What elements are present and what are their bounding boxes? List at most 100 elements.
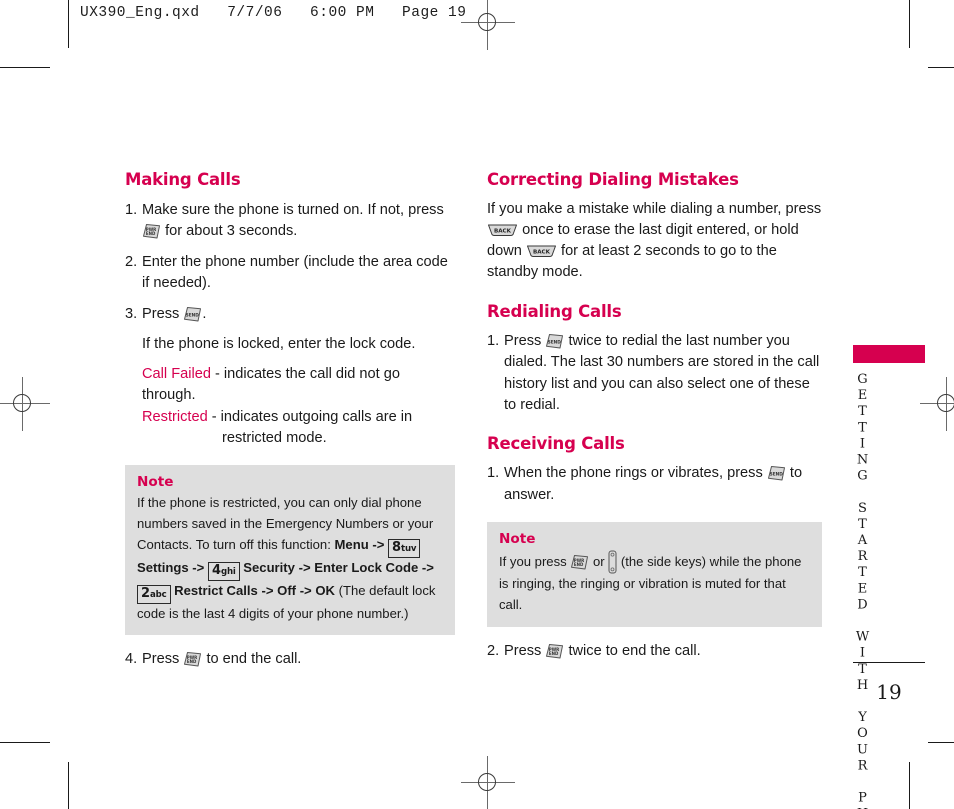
note-arrow-3: -> [298, 559, 311, 575]
step-number: 3. [125, 305, 138, 322]
list-item-step-1: 1. Make sure the phone is turned on. If … [125, 200, 455, 243]
step-text: When the phone rings or vibrates, press [504, 465, 763, 482]
crop-mark-top-left-horizontal [0, 67, 50, 68]
heading-correcting-dialing-mistakes: Correcting Dialing Mistakes [487, 170, 739, 189]
crop-mark-bottom-right-vertical [909, 762, 910, 809]
key-digit: 8 [391, 539, 402, 555]
note-off-label: Off [277, 582, 297, 598]
step-number: 2. [125, 253, 138, 270]
step-text-continued: . [202, 305, 207, 322]
svg-text:SEND: SEND [769, 472, 783, 478]
note-arrow-1: -> [372, 536, 385, 552]
step-text-continued: twice to end the call. [568, 642, 701, 659]
note-box-side-keys: Note If you press PWR END or (the side k… [487, 522, 822, 627]
svg-text:END: END [574, 562, 584, 567]
note-box-restricted: Note If the phone is restricted, you can… [125, 465, 455, 636]
svg-text:END: END [549, 651, 559, 656]
list-item-redial: 1. Press SEND twice to redial the last n… [487, 331, 822, 417]
step-text-continued: for about 3 seconds. [165, 223, 298, 240]
note-arrow-6: -> [299, 582, 312, 598]
keypad-key-2-icon: 2abc [137, 584, 171, 604]
note-arrow-5: -> [261, 582, 274, 598]
note-arrow-4: -> [421, 559, 434, 575]
step-number: 1. [487, 465, 500, 482]
step-text: Make sure the phone is turned on. If not… [142, 202, 444, 218]
crop-mark-bottom-left-vertical [68, 762, 69, 809]
crop-mark-bottom-left-horizontal [0, 742, 50, 743]
step-text: Press [142, 651, 180, 668]
status-call-failed-label: Call Failed [142, 365, 211, 382]
printer-slug: UX390_Eng.qxd 7/7/06 6:00 PM Page 19 [80, 5, 467, 21]
key-letters: abc [150, 589, 167, 600]
crop-mark-top-right-vertical [909, 0, 910, 48]
registration-mark-left [0, 377, 50, 431]
list-item-end-call: 2. Press PWR END twice to end the call. [487, 641, 822, 662]
document-page: UX390_Eng.qxd 7/7/06 6:00 PM Page 19 Mak… [0, 0, 954, 809]
heading-making-calls: Making Calls [125, 170, 241, 189]
svg-text:END: END [146, 232, 156, 237]
note-title: Note [137, 474, 174, 491]
step-text-continued: to end the call. [206, 651, 302, 668]
paragraph-correcting-dialing: If you make a mistake while dialing a nu… [487, 199, 822, 284]
note-ok-label: OK [315, 582, 335, 598]
note-body: If the phone is restricted, you can only… [137, 493, 443, 624]
step-3-note: If the phone is locked, enter the lock c… [142, 336, 416, 353]
registration-mark-bottom [461, 756, 515, 809]
side-keys-icon [608, 550, 617, 574]
key-letters: tuv [401, 543, 417, 554]
chapter-tab-marker [853, 345, 925, 363]
svg-text:BACK: BACK [533, 250, 551, 256]
status-restricted-text: - indicates outgoing calls are in [211, 408, 413, 425]
keypad-key-4-icon: 4ghi [207, 561, 240, 581]
end-key-icon: PWR END [545, 643, 564, 660]
chapter-label: GETTING STARTED WITH YOUR PHONE [855, 372, 870, 809]
end-key-icon: PWR END [570, 554, 589, 571]
back-key-icon: BACK [487, 223, 518, 237]
status-restricted-text-2: restricted mode. [222, 429, 327, 446]
svg-text:BACK: BACK [494, 229, 512, 235]
send-key-icon: SEND [545, 333, 564, 350]
keypad-key-8-icon: 8tuv [387, 538, 421, 558]
heading-receiving-calls: Receiving Calls [487, 434, 625, 454]
crop-mark-top-right-horizontal [928, 67, 954, 68]
list-item-step-3: 3. Press SEND . [125, 304, 455, 325]
key-digit: 4 [211, 562, 221, 578]
registration-mark-right [920, 377, 954, 431]
list-item-step-4: 4. Press PWR END to end the call. [125, 649, 455, 670]
send-key-icon: SEND [767, 465, 786, 482]
key-digit: 2 [141, 585, 151, 601]
svg-text:SEND: SEND [186, 312, 200, 318]
note-security-label: Security [243, 559, 295, 575]
key-letters: ghi [221, 566, 236, 577]
note-body: If you press PWR END or (the side keys) … [499, 550, 810, 615]
page-number: 19 [876, 680, 902, 704]
status-messages: Call Failed - indicates the call did not… [125, 364, 455, 450]
note-text-a: If you press [499, 554, 567, 570]
step-text: Press [504, 642, 542, 659]
note-text-or: or [592, 554, 605, 570]
step-number: 4. [125, 651, 138, 668]
note-restrict-calls-label: Restrict Calls [174, 582, 258, 598]
heading-redialing-calls: Redialing Calls [487, 301, 622, 321]
note-title: Note [499, 531, 536, 548]
step-text: Press [142, 305, 180, 322]
step-number: 1. [125, 202, 138, 218]
step-text: Press [504, 332, 542, 349]
svg-text:END: END [187, 659, 197, 664]
step-text: Enter the phone number (include the area… [142, 253, 448, 292]
right-column: Correcting Dialing Mistakes If you make … [487, 170, 822, 671]
note-arrow-2: -> [192, 559, 205, 575]
list-item-step-2: 2. Enter the phone number (include the a… [125, 252, 455, 295]
back-key-icon: BACK [526, 244, 557, 258]
end-key-icon: PWR END [183, 651, 202, 668]
page-number-rule [853, 662, 925, 663]
crop-mark-top-left-vertical [68, 0, 69, 48]
registration-mark-top [461, 0, 515, 50]
end-key-icon: PWR END [142, 223, 161, 240]
note-enter-lock-code-label: Enter Lock Code [314, 559, 419, 575]
status-restricted-label: Restricted [142, 408, 208, 425]
note-menu-label: Menu [334, 536, 369, 552]
svg-text:SEND: SEND [548, 339, 562, 345]
crop-mark-bottom-right-horizontal [928, 742, 954, 743]
step-number: 1. [487, 332, 500, 349]
